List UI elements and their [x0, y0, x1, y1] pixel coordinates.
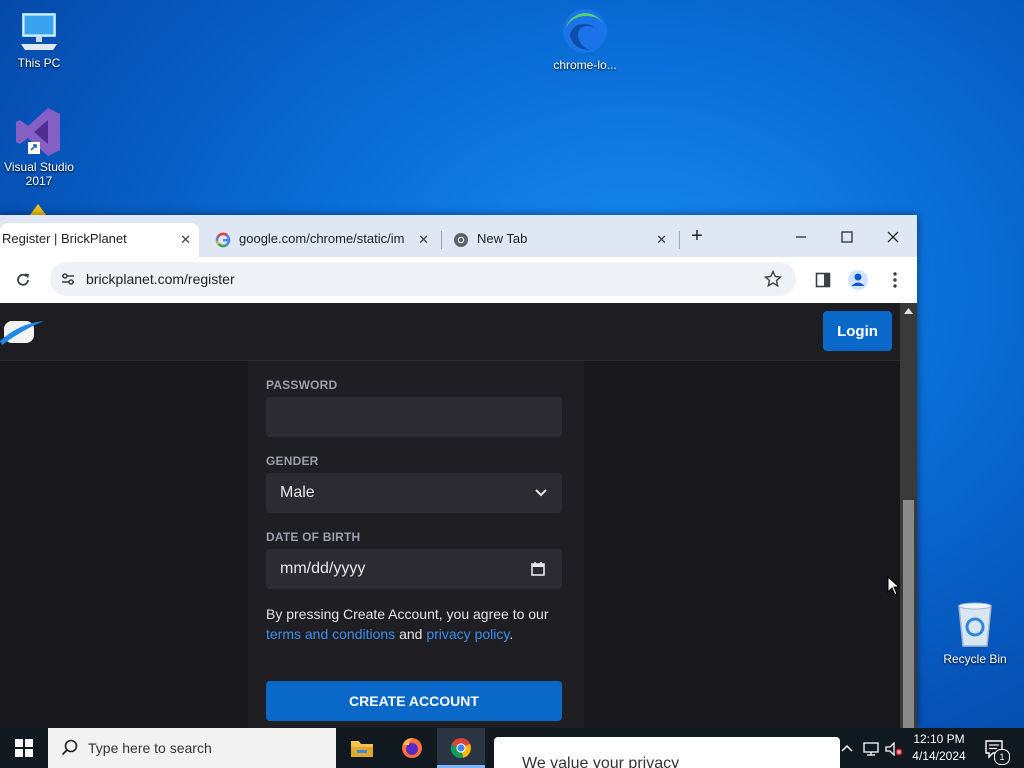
close-window-button[interactable]	[870, 223, 916, 251]
desktop-icon-recycle-bin[interactable]: Recycle Bin	[937, 600, 1013, 666]
terms-notice: By pressing Create Account, you agree to…	[266, 604, 562, 644]
desktop-icon-label: This PC	[17, 56, 61, 70]
password-label: PASSWORD	[266, 378, 338, 392]
tab-new-tab[interactable]: New Tab ✕	[443, 223, 677, 257]
bookmark-star-icon[interactable]	[764, 270, 782, 288]
desktop-icon-this-pc[interactable]: This PC	[1, 10, 77, 70]
terms-suffix-text: .	[509, 626, 514, 642]
visual-studio-icon	[16, 108, 60, 156]
google-icon	[215, 232, 231, 248]
start-button[interactable]	[0, 728, 48, 768]
desktop-icon-label: Recycle Bin	[943, 652, 1007, 666]
notification-badge: 1	[994, 749, 1010, 765]
privacy-popup[interactable]: We value your privacy	[494, 737, 840, 768]
new-tab-button[interactable]: +	[686, 225, 708, 247]
gender-select[interactable]: Male	[266, 473, 562, 513]
network-icon[interactable]	[863, 742, 879, 756]
brickplanet-logo-icon[interactable]	[0, 315, 44, 347]
maximize-button[interactable]	[824, 223, 870, 251]
edge-icon	[563, 9, 607, 53]
this-pc-icon	[21, 13, 57, 50]
file-explorer-icon	[351, 741, 373, 757]
chrome-icon	[454, 233, 468, 247]
desktop-icon-chrome-lo[interactable]: chrome-lo...	[547, 6, 623, 72]
register-form: PASSWORD GENDER Male DATE OF BIRTH mm/dd…	[248, 361, 584, 728]
clock-time: 12:10 PM	[913, 732, 965, 746]
terms-prefix-text: By pressing Create Account, you agree to…	[266, 606, 549, 622]
site-info-icon[interactable]	[60, 271, 76, 287]
taskbar-chrome[interactable]	[437, 728, 485, 768]
tab-separator	[679, 231, 680, 249]
desktop-icon-label: chrome-lo...	[553, 58, 617, 72]
more-menu-icon[interactable]	[892, 271, 898, 289]
site-navbar: Login	[0, 303, 900, 361]
desktop-icon-label: Visual Studio 2017	[4, 160, 74, 188]
address-text: brickplanet.com/register	[86, 271, 235, 287]
calendar-icon[interactable]	[530, 561, 546, 577]
side-panel-icon[interactable]	[815, 272, 831, 288]
date-of-birth-label: DATE OF BIRTH	[266, 530, 361, 544]
reload-icon[interactable]	[14, 271, 32, 289]
tab-strip: Register | BrickPlanet ✕ google.com/chro…	[0, 215, 917, 257]
partial-desktop-icon	[30, 204, 46, 215]
terms-mid-text: and	[395, 626, 427, 642]
profile-avatar-icon[interactable]	[847, 269, 869, 291]
search-icon	[61, 739, 78, 756]
clock-date: 4/14/2024	[912, 749, 966, 763]
tab-google-chrome-static[interactable]: google.com/chrome/static/im ✕	[203, 223, 439, 257]
scroll-thumb[interactable]	[903, 500, 914, 728]
mouse-cursor-icon	[887, 576, 901, 596]
create-account-button[interactable]: CREATE ACCOUNT	[266, 681, 562, 721]
close-icon	[887, 231, 899, 243]
chevron-down-icon	[535, 489, 547, 497]
recycle-bin-icon	[958, 602, 992, 647]
taskbar-search-box[interactable]: Type here to search	[48, 728, 336, 768]
close-tab-icon[interactable]: ✕	[180, 232, 191, 248]
tab-register-brickplanet[interactable]: Register | BrickPlanet ✕	[0, 223, 199, 257]
privacy-popup-text: We value your privacy	[522, 755, 680, 768]
terms-link[interactable]: terms and conditions	[266, 626, 395, 642]
login-button[interactable]: Login	[823, 311, 892, 351]
date-of-birth-placeholder: mm/dd/yyyy	[280, 560, 366, 577]
page-scrollbar[interactable]	[900, 303, 917, 728]
page-content: Login PASSWORD GENDER Male DATE OF BIRTH…	[0, 303, 900, 728]
close-tab-icon[interactable]: ✕	[418, 232, 429, 248]
windows-logo-icon	[15, 739, 33, 757]
gender-label: GENDER	[266, 454, 319, 468]
tab-title: New Tab	[477, 231, 528, 246]
search-placeholder: Type here to search	[88, 740, 212, 756]
taskbar-file-explorer[interactable]	[338, 728, 386, 768]
scroll-up-arrow-icon[interactable]	[900, 305, 917, 319]
browser-window: Register | BrickPlanet ✕ google.com/chro…	[0, 215, 917, 728]
address-bar[interactable]: brickplanet.com/register	[50, 262, 796, 296]
tab-separator	[441, 231, 442, 249]
show-hidden-icons-icon[interactable]	[841, 744, 853, 752]
date-of-birth-input[interactable]: mm/dd/yyyy	[266, 549, 562, 589]
minimize-button[interactable]	[778, 223, 824, 251]
chrome-icon	[450, 738, 471, 759]
tray-clock[interactable]: 12:10 PM 4/14/2024	[905, 731, 973, 765]
tab-title: google.com/chrome/static/im	[239, 231, 405, 246]
minimize-icon	[796, 236, 806, 238]
close-tab-icon[interactable]: ✕	[656, 232, 667, 248]
notification-center-button[interactable]: 1	[978, 728, 1024, 768]
desktop-icon-visual-studio[interactable]: Visual Studio 2017	[1, 106, 77, 188]
taskbar-firefox[interactable]	[388, 728, 436, 768]
maximize-icon	[841, 231, 853, 243]
tab-title: Register | BrickPlanet	[2, 231, 127, 246]
gender-value: Male	[280, 484, 315, 501]
volume-muted-icon[interactable]	[885, 742, 903, 756]
password-input[interactable]	[266, 397, 562, 437]
firefox-icon	[402, 738, 422, 758]
privacy-policy-link[interactable]: privacy policy	[426, 626, 509, 642]
browser-toolbar: brickplanet.com/register	[0, 257, 917, 303]
